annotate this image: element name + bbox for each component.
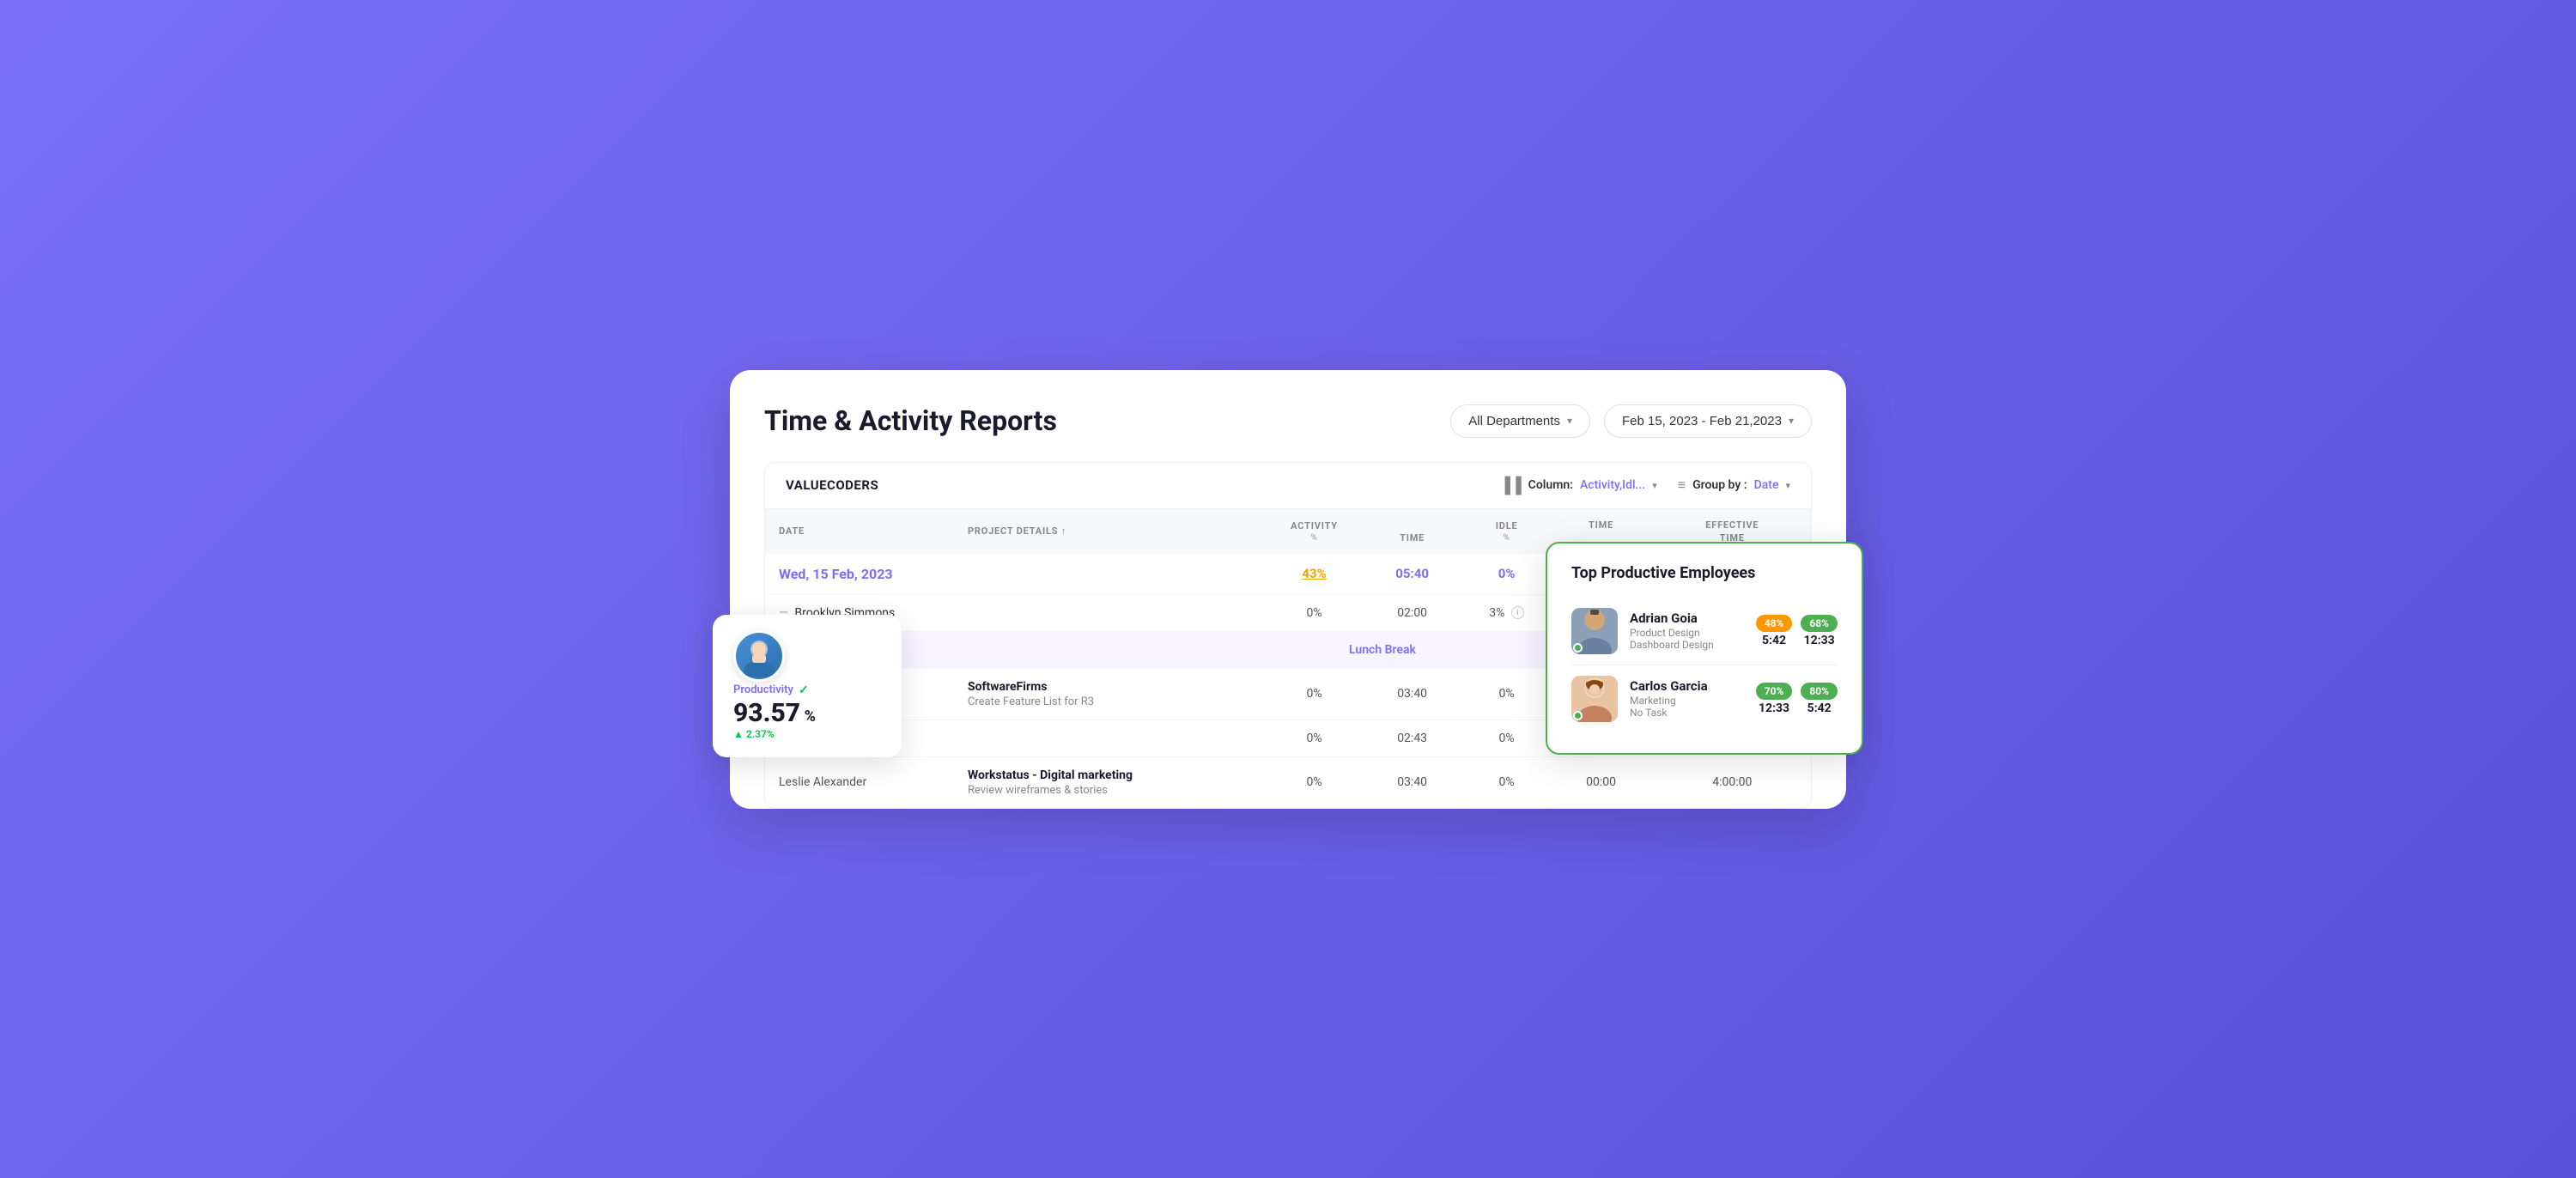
column-chart-icon: ▐▐	[1499, 477, 1522, 495]
productivity-change: ▲ 2.37%	[733, 728, 881, 740]
info-icon: i	[1511, 606, 1524, 619]
trend-icon: ✓	[799, 683, 809, 697]
effective-badge: 80%	[1801, 683, 1838, 700]
productivity-label: Productivity ✓	[733, 683, 881, 697]
group-control: ≡ Group by : Date ▾	[1678, 477, 1790, 494]
employee-row: Carlos Garcia Marketing No Task 70% 12:3…	[1571, 665, 1838, 732]
stat-badge: 48% 5:42	[1756, 615, 1793, 647]
col-date: DATE	[765, 509, 954, 554]
employee-dept: Product Design	[1630, 627, 1744, 639]
activity-badge: 48%	[1756, 615, 1793, 632]
productivity-widget: Productivity ✓ 93.57 % ▲ 2.37%	[713, 615, 902, 757]
page-title: Time & Activity Reports	[764, 404, 1057, 437]
table-row: Leslie Alexander Workstatus - Digital ma…	[765, 756, 1811, 808]
popup-title: Top Productive Employees	[1571, 564, 1838, 582]
top-employees-popup: Top Productive Employees Adrian G	[1546, 542, 1863, 755]
toolbar-right: ▐▐ Column: Activity,Idl... ▾ ≡ Group by …	[1499, 477, 1790, 495]
column-control: ▐▐ Column: Activity,Idl... ▾	[1499, 477, 1657, 495]
avatar	[733, 630, 785, 682]
col-activity-time: TIME	[1360, 509, 1465, 554]
online-indicator	[1573, 711, 1583, 720]
departments-dropdown[interactable]: All Departments ▾	[1450, 404, 1590, 438]
chevron-down-icon: ▾	[1789, 415, 1794, 427]
group-icon: ≡	[1678, 477, 1686, 494]
employee-stats: 48% 5:42 68% 12:33	[1756, 615, 1838, 647]
employee-name: Carlos Garcia	[1630, 678, 1744, 694]
employee-info: Carlos Garcia Marketing No Task	[1630, 678, 1744, 719]
employee-info: Adrian Goia Product Design Dashboard Des…	[1630, 610, 1744, 651]
col-project: PROJECT DETAILS ↑	[954, 509, 1269, 554]
chevron-down-icon: ▾	[1652, 480, 1657, 491]
chevron-down-icon: ▾	[1785, 480, 1790, 491]
date-range-dropdown[interactable]: Feb 15, 2023 - Feb 21,2023 ▾	[1604, 404, 1812, 438]
avatar	[1571, 608, 1618, 654]
stat-badge: 68% 12:33	[1801, 615, 1838, 647]
employee-task: No Task	[1630, 707, 1744, 719]
page-header: Time & Activity Reports All Departments …	[764, 404, 1812, 438]
employee-name: Adrian Goia	[1630, 610, 1744, 626]
employee-dept: Marketing	[1630, 695, 1744, 707]
chevron-down-icon: ▾	[1567, 415, 1572, 427]
effective-badge: 68%	[1801, 615, 1838, 632]
table-toolbar: VALUECODERS ▐▐ Column: Activity,Idl... ▾…	[765, 463, 1811, 509]
org-name: VALUECODERS	[786, 477, 878, 493]
activity-badge: 70%	[1756, 683, 1793, 700]
col-idle-group: IDLE %	[1465, 509, 1549, 554]
avatar	[1571, 676, 1618, 722]
stat-badge: 80% 5:42	[1801, 683, 1838, 715]
group-value[interactable]: Date	[1754, 478, 1779, 492]
column-value[interactable]: Activity,Idl...	[1580, 478, 1645, 492]
main-card: Time & Activity Reports All Departments …	[730, 370, 1846, 809]
col-activity-group: ACTIVITY %	[1269, 509, 1360, 554]
employee-stats: 70% 12:33 80% 5:42	[1756, 683, 1838, 715]
employee-task: Dashboard Design	[1630, 639, 1744, 651]
employee-row: Adrian Goia Product Design Dashboard Des…	[1571, 598, 1838, 665]
online-indicator	[1573, 643, 1583, 653]
header-controls: All Departments ▾ Feb 15, 2023 - Feb 21,…	[1450, 404, 1812, 438]
productivity-value: 93.57 %	[733, 701, 881, 726]
stat-badge: 70% 12:33	[1756, 683, 1793, 715]
